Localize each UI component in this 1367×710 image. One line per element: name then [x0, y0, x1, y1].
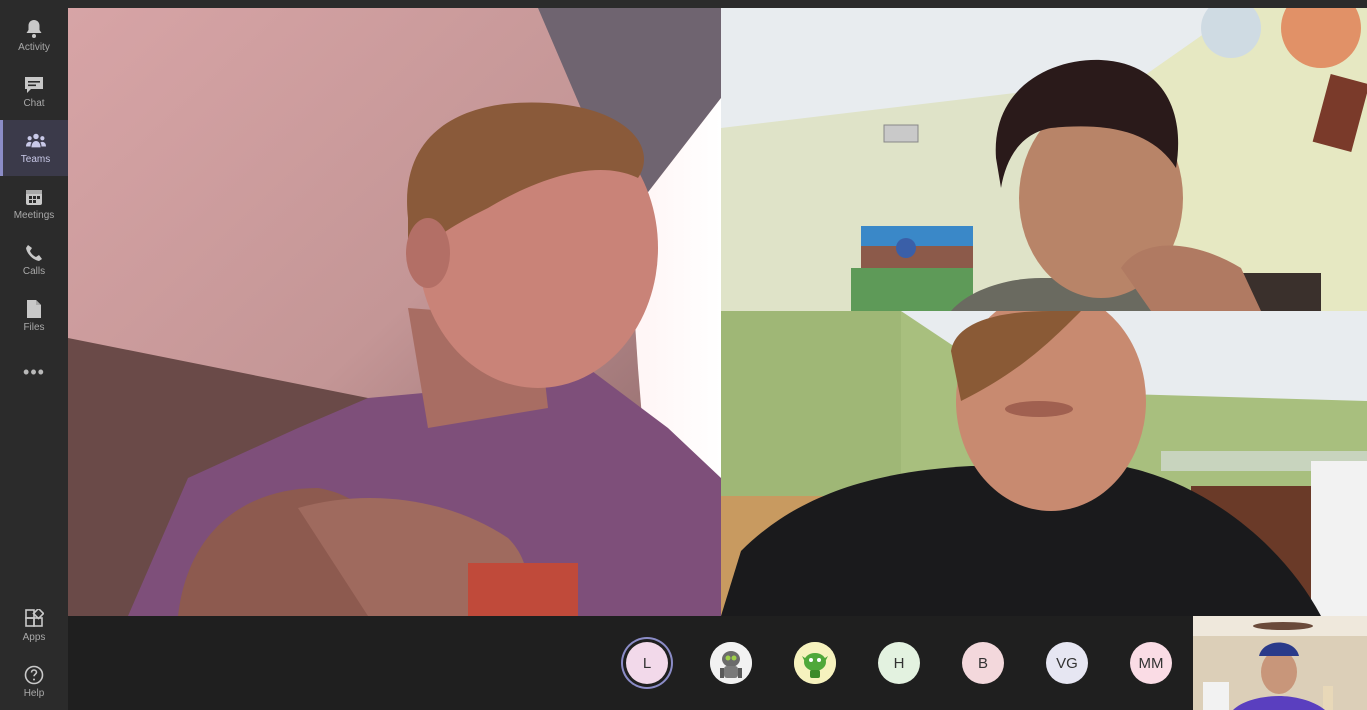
video-frame-main — [68, 8, 721, 616]
bell-icon — [24, 19, 44, 39]
participant-avatar-h[interactable]: H — [878, 642, 920, 684]
participant-avatar-l[interactable]: L — [626, 642, 668, 684]
teams-icon — [25, 131, 46, 151]
rail-label: Calls — [22, 266, 46, 277]
apps-icon — [24, 609, 44, 629]
rail-item-meetings[interactable]: Meetings — [0, 176, 68, 232]
video-feed-participant-2[interactable] — [721, 8, 1367, 311]
participant-avatar-green-creature[interactable] — [794, 642, 836, 684]
rail-item-chat[interactable]: Chat — [0, 64, 68, 120]
app-rail: Activity Chat Teams Meetings Calls Files… — [0, 0, 68, 710]
participant-avatar-vg[interactable]: VG — [1046, 642, 1088, 684]
rail-label: Help — [23, 688, 45, 699]
video-frame-participant-3 — [721, 311, 1367, 616]
self-view-video[interactable] — [1193, 616, 1367, 710]
video-frame-self — [1193, 616, 1367, 710]
rail-item-teams[interactable]: Teams — [0, 120, 68, 176]
calendar-icon — [24, 187, 44, 207]
chat-icon — [24, 75, 44, 95]
participant-avatar-b[interactable]: B — [962, 642, 1004, 684]
rail-label: Files — [23, 322, 45, 333]
rail-label: Chat — [23, 98, 45, 109]
video-frame-participant-2 — [721, 8, 1367, 311]
rail-label: Teams — [20, 154, 51, 165]
phone-icon — [24, 243, 44, 263]
more-apps-button[interactable]: ••• — [0, 356, 68, 388]
green-creature-avatar-icon — [794, 642, 836, 684]
participant-avatar-mm[interactable]: MM — [1130, 642, 1172, 684]
participant-tray: L H B VG MM — [68, 616, 1193, 710]
rail-item-files[interactable]: Files — [0, 288, 68, 344]
rail-label: Apps — [22, 632, 46, 643]
participant-initials: H — [893, 654, 905, 672]
participant-initials: MM — [1138, 654, 1164, 672]
rail-item-calls[interactable]: Calls — [0, 232, 68, 288]
rail-item-activity[interactable]: Activity — [0, 8, 68, 64]
window-top-bar — [0, 0, 1367, 8]
participant-initials: B — [977, 654, 988, 672]
file-icon — [24, 299, 44, 319]
participant-avatar-robot[interactable] — [710, 642, 752, 684]
help-icon — [24, 665, 44, 685]
rail-label: Activity — [18, 42, 50, 53]
rail-item-apps[interactable]: Apps — [0, 598, 68, 654]
robot-avatar-icon — [710, 642, 752, 684]
rail-label: Meetings — [13, 210, 55, 221]
participant-initials: L — [642, 654, 652, 672]
video-feed-participant-3[interactable] — [721, 311, 1367, 616]
video-feed-main[interactable] — [68, 8, 721, 616]
participant-initials: VG — [1056, 654, 1078, 672]
rail-item-help[interactable]: Help — [0, 654, 68, 710]
